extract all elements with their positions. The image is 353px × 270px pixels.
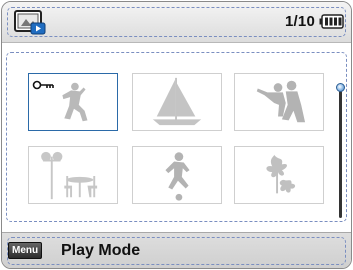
protected-key-icon xyxy=(32,80,54,90)
bottom-bar-outline xyxy=(7,237,346,265)
mode-label: Play Mode xyxy=(61,242,141,259)
scrollbar-knob[interactable] xyxy=(336,83,345,92)
flowers-image xyxy=(266,154,296,194)
thumbnail-4[interactable] xyxy=(28,146,118,204)
top-status-bar: 1/10 xyxy=(2,2,351,43)
thumbnail-6[interactable] xyxy=(234,146,324,204)
scrollbar-track xyxy=(339,91,342,218)
thumbnail-1[interactable] xyxy=(28,73,118,131)
cafe-table-lamp-image xyxy=(41,151,98,200)
couple-pointing-image xyxy=(256,80,306,123)
soccer-player-image xyxy=(165,152,190,201)
bottom-bar: Menu Play Mode xyxy=(2,232,351,268)
file-counter: 1/10 xyxy=(285,13,315,30)
thumbnail-3[interactable] xyxy=(234,73,324,131)
thumbnail-2[interactable] xyxy=(132,73,222,131)
thumbnail-scrollbar[interactable] xyxy=(336,83,345,218)
battery-icon xyxy=(319,14,344,29)
sailboat-image xyxy=(152,77,202,126)
screen-frame: 1/10 Menu Play Mode xyxy=(1,1,352,269)
thumbnail-5[interactable] xyxy=(132,146,222,204)
play-mode-icon[interactable] xyxy=(14,10,46,35)
camcorder-screen: 1/10 Menu Play Mode xyxy=(0,0,353,270)
menu-button[interactable]: Menu xyxy=(8,242,43,259)
